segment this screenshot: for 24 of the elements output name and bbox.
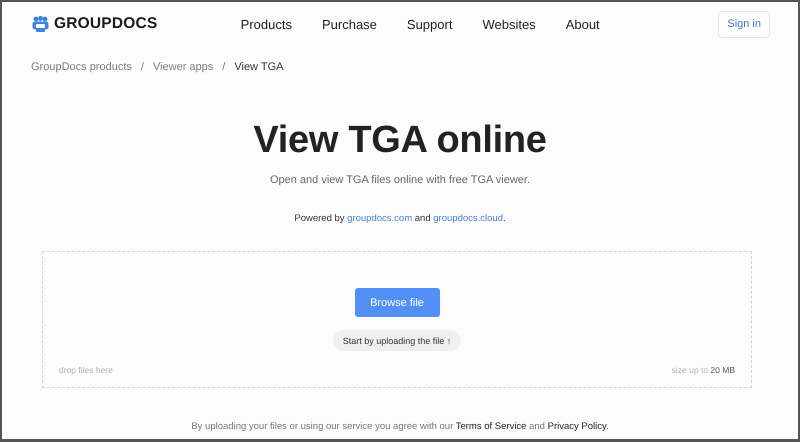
page-title: View TGA online [253, 118, 547, 163]
nav-link[interactable]: Support [406, 16, 452, 32]
link[interactable]: Privacy Policy [548, 421, 606, 432]
breadcrumb-link[interactable]: GroupDocs products [31, 61, 132, 73]
breadcrumb-separator: / [222, 61, 226, 73]
link[interactable]: groupdocs.cloud [433, 213, 503, 224]
breadcrumb-link[interactable]: View TGA [234, 61, 284, 73]
drop-hint: drop files here [59, 365, 113, 375]
sign-in-button[interactable]: Sign in [718, 10, 770, 38]
nav-link[interactable]: About [566, 16, 600, 32]
size-limit: size up to 20 MB [672, 365, 735, 375]
logo-icon [32, 16, 49, 32]
logo-text: GROUPDOCS [54, 15, 158, 33]
terms-notice: By uploading your files or using our service you agree with our Terms of Service and Privacy Policy. [191, 421, 609, 432]
subtitle: Open and view TGA files online with free TGA viewer. [270, 174, 530, 186]
link[interactable]: groupdocs.com [347, 213, 412, 224]
link[interactable]: Terms of Service [456, 421, 526, 432]
nav-link[interactable]: Websites [482, 16, 536, 32]
breadcrumb-link[interactable]: Viewer apps [152, 61, 214, 73]
nav-link[interactable]: Purchase [322, 16, 377, 32]
upload-hint: Start by uploading the file ↑ [332, 330, 462, 351]
powered-by-text: Powered by groupdocs.com and groupdocs.cloud. [294, 213, 506, 224]
nav-link[interactable]: Products [240, 16, 292, 32]
breadcrumb-separator: / [140, 61, 144, 73]
